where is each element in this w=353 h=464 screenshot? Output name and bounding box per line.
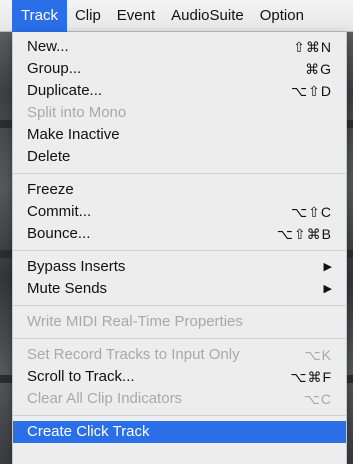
- menu-item-label: Duplicate...: [27, 82, 103, 99]
- menu-item-bounce[interactable]: Bounce... ⌥⇧⌘B: [13, 223, 346, 245]
- menu-item-split-into-mono: Split into Mono: [13, 102, 346, 124]
- menu-item-label: Clear All Clip Indicators: [27, 390, 183, 407]
- submenu-arrow-icon: ▶: [323, 283, 332, 295]
- menu-item-shortcut: ⌥⇧D: [291, 83, 332, 99]
- menubar-item-track[interactable]: Track: [12, 0, 67, 32]
- menu-bar: Track Clip Event AudioSuite Option: [0, 0, 353, 32]
- menu-separator: [13, 245, 346, 256]
- menu-item-shortcut: ⌘G: [305, 61, 332, 77]
- menu-item-shortcut: ⌥⇧⌘B: [276, 226, 332, 242]
- menubar-item-event[interactable]: Event: [109, 0, 163, 32]
- menu-item-clear-all-clip-indicators: Clear All Clip Indicators ⌥C: [13, 388, 346, 410]
- menu-item-label: Mute Sends: [27, 280, 108, 297]
- menu-item-label: Write MIDI Real-Time Properties: [27, 313, 243, 330]
- menu-item-bypass-inserts[interactable]: Bypass Inserts ▶: [13, 256, 346, 278]
- menu-item-shortcut: ⌥⌘F: [290, 369, 332, 385]
- menu-item-make-inactive[interactable]: Make Inactive: [13, 124, 346, 146]
- menubar-item-options[interactable]: Option: [252, 0, 312, 32]
- menu-item-new[interactable]: New... ⇧⌘N: [13, 36, 346, 58]
- menu-item-label: Commit...: [27, 203, 92, 220]
- menu-separator: [13, 333, 346, 344]
- menu-separator: [13, 168, 346, 179]
- menu-item-shortcut: ⌥C: [303, 391, 332, 407]
- menubar-item-clip[interactable]: Clip: [67, 0, 109, 32]
- menu-item-label: Group...: [27, 60, 82, 77]
- menu-item-label: Make Inactive: [27, 126, 120, 143]
- submenu-arrow-icon: ▶: [323, 261, 332, 273]
- menu-item-label: Bounce...: [27, 225, 91, 242]
- menu-item-create-click-track[interactable]: Create Click Track: [13, 421, 346, 443]
- menu-item-scroll-to-track[interactable]: Scroll to Track... ⌥⌘F: [13, 366, 346, 388]
- menu-item-write-midi-real-time-properties: Write MIDI Real-Time Properties: [13, 311, 346, 333]
- menu-item-label: New...: [27, 38, 69, 55]
- menu-item-label: Scroll to Track...: [27, 368, 135, 385]
- menu-separator: [13, 300, 346, 311]
- menu-item-mute-sends[interactable]: Mute Sends ▶: [13, 278, 346, 300]
- menu-item-label: Bypass Inserts: [27, 258, 126, 275]
- track-menu-dropdown: New... ⇧⌘N Group... ⌘G Duplicate... ⌥⇧D …: [12, 32, 347, 464]
- menu-item-commit[interactable]: Commit... ⌥⇧C: [13, 201, 346, 223]
- menu-item-freeze[interactable]: Freeze: [13, 179, 346, 201]
- menu-item-duplicate[interactable]: Duplicate... ⌥⇧D: [13, 80, 346, 102]
- menu-item-group[interactable]: Group... ⌘G: [13, 58, 346, 80]
- menu-item-shortcut: ⇧⌘N: [293, 39, 332, 55]
- menu-item-shortcut: ⌥⇧C: [291, 204, 332, 220]
- menu-separator: [13, 410, 346, 421]
- menu-item-label: Split into Mono: [27, 104, 127, 121]
- menu-item-label: Create Click Track: [27, 423, 150, 440]
- menu-item-label: Delete: [27, 148, 71, 165]
- menu-item-delete[interactable]: Delete: [13, 146, 346, 168]
- menu-item-label: Set Record Tracks to Input Only: [27, 346, 240, 363]
- menubar-item-audiosuite[interactable]: AudioSuite: [163, 0, 252, 32]
- menu-item-set-record-tracks-to-input-only: Set Record Tracks to Input Only ⌥K: [13, 344, 346, 366]
- menu-item-shortcut: ⌥K: [304, 347, 332, 363]
- menu-item-label: Freeze: [27, 181, 74, 198]
